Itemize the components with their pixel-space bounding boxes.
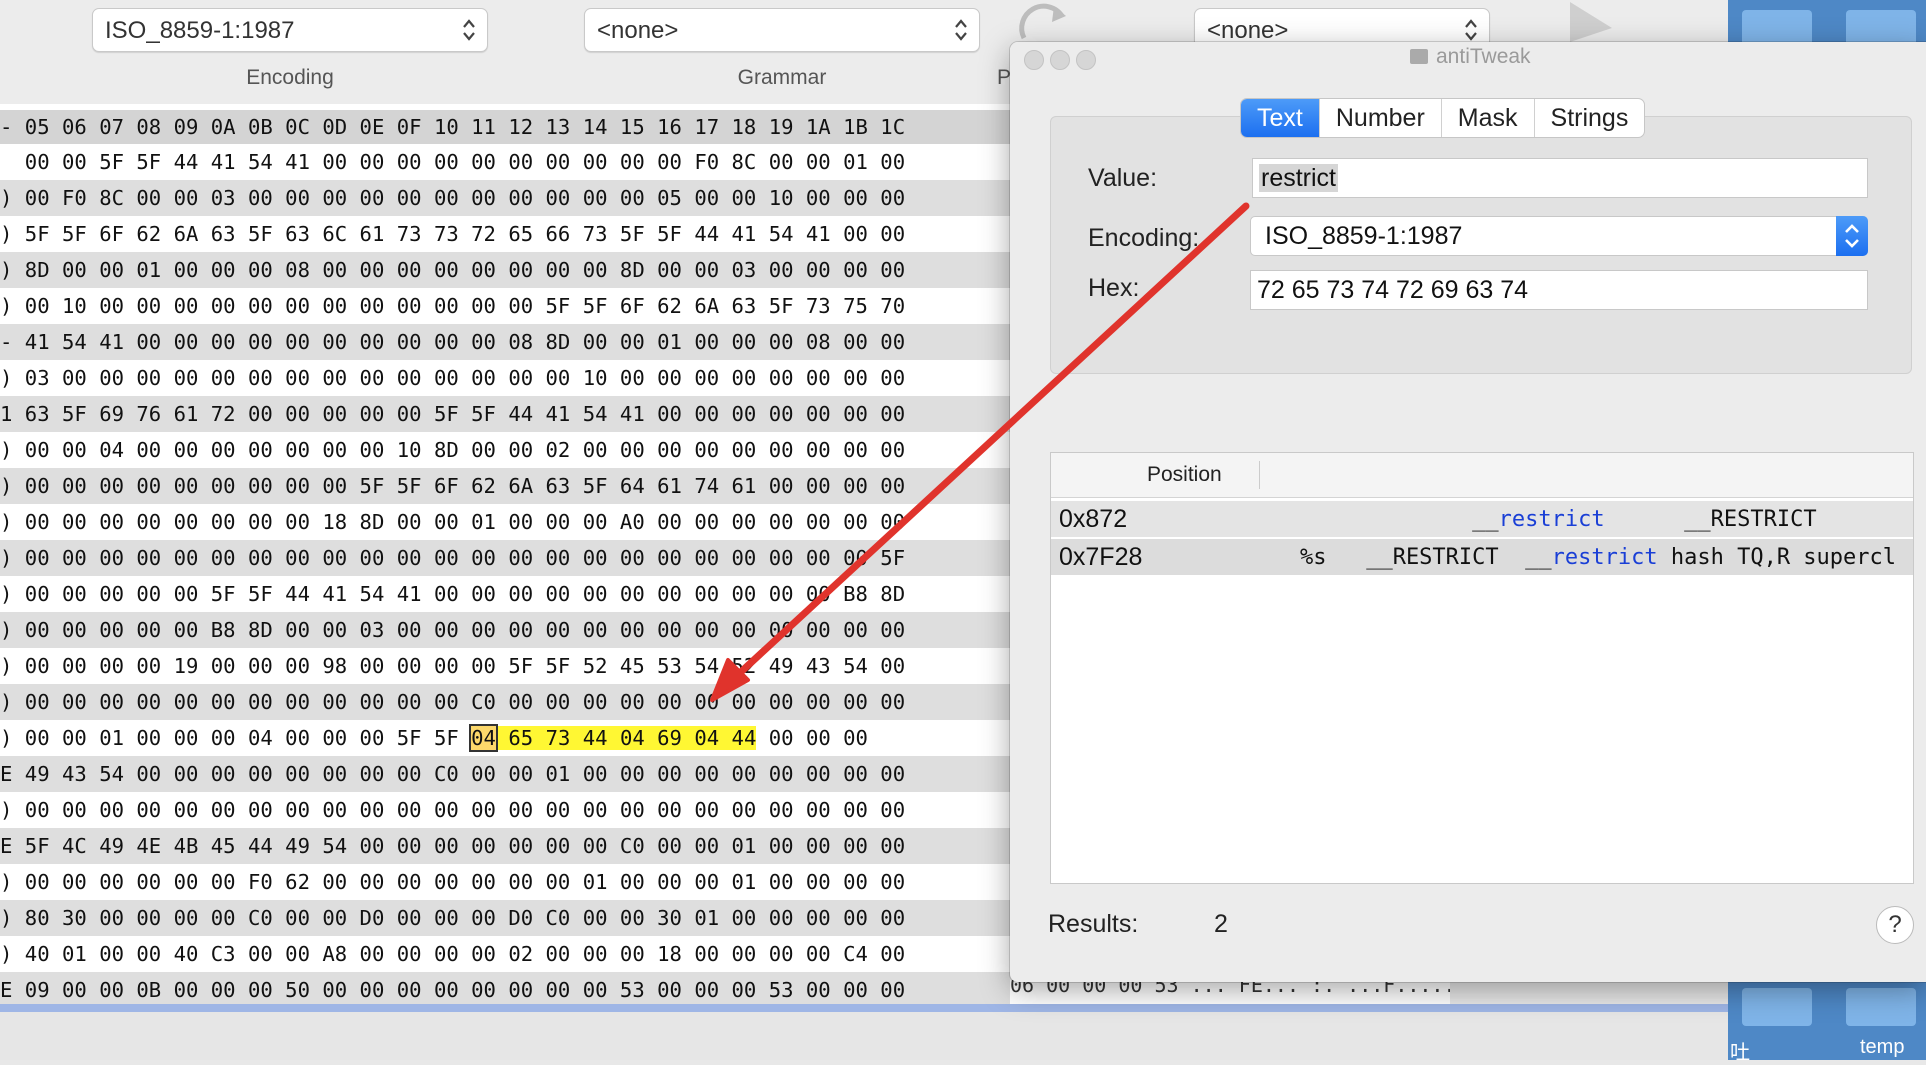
hex-row[interactable]: 1 63 5F 69 76 61 72 00 00 00 00 00 5F 5F… [0, 396, 1010, 432]
chevron-updown-icon [463, 19, 475, 41]
hex-row[interactable]: ) 03 00 00 00 00 00 00 00 00 00 00 00 00… [0, 360, 1010, 396]
context-match: restrict [1551, 545, 1658, 570]
third-popup-value: <none> [1207, 17, 1289, 44]
hex-bytes: 00 00 00 [756, 726, 868, 750]
encoding-popup-value: ISO_8859-1:1987 [105, 17, 295, 44]
close-button[interactable] [1024, 50, 1044, 70]
hex-row[interactable]: ) 40 01 00 00 40 C3 00 00 A8 00 00 00 00… [0, 936, 1010, 972]
context-before: %s __RESTRICT __ [1247, 545, 1552, 570]
folder-icon[interactable] [1846, 988, 1916, 1026]
chevron-updown-icon [1465, 19, 1477, 41]
table-header: Position [1051, 453, 1913, 498]
chevron-updown-icon [955, 19, 967, 41]
grammar-popup-value: <none> [597, 17, 679, 44]
hex-row[interactable]: ) 00 F0 8C 00 00 03 00 00 00 00 00 00 00… [0, 180, 1010, 216]
antitweak-window: antiTweak Text Number Mask Strings Value… [1010, 42, 1926, 982]
help-button[interactable]: ? [1876, 906, 1914, 944]
play-icon[interactable] [1566, 2, 1616, 42]
scroll-edge [0, 1004, 1728, 1012]
hex-row[interactable]: ) 00 00 00 00 00 B8 8D 00 00 03 00 00 00… [0, 612, 1010, 648]
tab-number[interactable]: Number [1318, 99, 1441, 137]
hex-row[interactable]: ) 00 00 00 00 19 00 00 00 98 00 00 00 00… [0, 648, 1010, 684]
hex-editor-pane[interactable]: - 05 06 07 08 09 0A 0B 0C 0D 0E 0F 10 11… [0, 104, 1010, 1004]
hex-row[interactable]: ) 00 00 00 00 00 00 00 00 18 8D 00 00 01… [0, 504, 1010, 540]
hex-row[interactable]: ) 00 10 00 00 00 00 00 00 00 00 00 00 00… [0, 288, 1010, 324]
hex-row[interactable]: ) 00 00 00 00 00 00 F0 62 00 00 00 00 00… [0, 864, 1010, 900]
result-position: 0x7F28 [1059, 543, 1143, 571]
highlighted-bytes [495, 726, 509, 750]
title-bar[interactable]: antiTweak [1010, 42, 1926, 74]
table-row[interactable]: 0x872 __restrict __RESTRICT [1051, 501, 1913, 537]
context-before: __ [1247, 507, 1499, 532]
reload-icon[interactable] [1014, 2, 1074, 42]
grammar-label: Grammar [737, 66, 827, 89]
tab-text[interactable]: Text [1241, 99, 1319, 137]
encoding-field-label: Encoding: [1088, 224, 1200, 252]
context-after: __RESTRICT [1604, 507, 1817, 532]
results-label: Results: [1048, 910, 1139, 938]
window-title: antiTweak [1410, 45, 1531, 69]
context-match: restrict [1498, 507, 1605, 532]
document-icon [1410, 49, 1428, 64]
desktop-item-label: temp [1860, 1036, 1905, 1058]
hex-row[interactable]: ) 00 00 00 00 00 00 00 00 00 00 00 00 00… [0, 792, 1010, 828]
hex-row[interactable]: ) 00 00 00 00 00 5F 5F 44 41 54 41 00 00… [0, 576, 1010, 612]
encoding-label: Encoding [246, 66, 334, 89]
folder-icon[interactable] [1742, 988, 1812, 1026]
hex-row[interactable]: E 5F 4C 49 4E 4B 45 44 49 54 00 00 00 00… [0, 828, 1010, 864]
encoding-select[interactable]: ISO_8859-1:1987 [1250, 216, 1868, 256]
zoom-button[interactable] [1076, 50, 1096, 70]
hex-row[interactable]: ) 00 00 00 00 00 00 00 00 00 00 00 00 00… [0, 540, 1010, 576]
hex-row[interactable]: E 49 43 54 00 00 00 00 00 00 00 00 C0 00… [0, 756, 1010, 792]
results-table[interactable]: Position 0x872 __restrict __RESTRICT 0x7… [1050, 452, 1914, 884]
tab-strings[interactable]: Strings [1533, 99, 1645, 137]
position-column-header[interactable]: Position [1147, 463, 1222, 487]
hex-row[interactable]: ) 5F 5F 6F 62 6A 63 5F 63 6C 61 73 73 72… [0, 216, 1010, 252]
hex-row[interactable]: ) 00 00 04 00 00 00 00 00 00 00 10 8D 00… [0, 432, 1010, 468]
context-after: hash TQ,R supercl [1657, 545, 1897, 570]
encoding-popup[interactable]: ISO_8859-1:1987 [92, 8, 488, 52]
hex-row[interactable]: ) 00 00 00 00 00 00 00 00 00 5F 5F 6F 62… [0, 468, 1010, 504]
status-bar [0, 1012, 1728, 1060]
result-position: 0x872 [1059, 505, 1128, 533]
hex-row[interactable]: - 41 54 41 00 00 00 00 00 00 00 00 00 00… [0, 324, 1010, 360]
hex-label: Hex: [1088, 274, 1140, 302]
results-count: 2 [1214, 910, 1228, 938]
desktop-item-label: 吐 [1730, 1042, 1750, 1064]
value-text: restrict [1259, 164, 1338, 192]
hex-row[interactable]: ) 80 30 00 00 00 00 C0 00 00 D0 00 00 00… [0, 900, 1010, 936]
hex-rows: 00 00 5F 5F 44 41 54 41 00 00 00 00 00 0… [0, 144, 1010, 1004]
hex-row-highlighted[interactable]: ) 00 00 01 00 00 00 04 00 00 00 5F 5F 04… [0, 720, 1010, 756]
value-label: Value: [1088, 164, 1158, 192]
chevron-updown-icon[interactable] [1836, 216, 1868, 256]
hex-row-peek: 06 00 00 00 53 ... FE... :. ...F.......S… [1010, 980, 1450, 1004]
minimize-button[interactable] [1050, 50, 1070, 70]
hex-row[interactable]: ) 00 00 00 00 00 00 00 00 00 00 00 00 C0… [0, 684, 1010, 720]
tab-mask[interactable]: Mask [1440, 99, 1534, 137]
result-context: %s __RESTRICT __restrict hash TQ,R super… [1247, 545, 1896, 570]
highlighted-bytes: 65 73 44 04 69 04 44 [508, 726, 757, 750]
hex-bytes: ) 00 00 01 00 00 00 04 00 00 00 5F 5F [0, 726, 472, 750]
grammar-popup[interactable]: <none> [584, 8, 980, 52]
hex-row[interactable]: ) 8D 00 00 01 00 00 00 08 00 00 00 00 00… [0, 252, 1010, 288]
hex-row[interactable]: E 09 00 00 0B 00 00 00 50 00 00 00 00 00… [0, 972, 1010, 1004]
column-divider [1259, 461, 1260, 489]
table-row[interactable]: 0x7F28 %s __RESTRICT __restrict hash TQ,… [1051, 539, 1913, 575]
selected-byte[interactable]: 04 [469, 724, 498, 752]
mode-tabs: Text Number Mask Strings [1240, 98, 1646, 138]
window-title-text: antiTweak [1436, 45, 1531, 68]
hex-row[interactable]: 00 00 5F 5F 44 41 54 41 00 00 00 00 00 0… [0, 144, 1010, 180]
encoding-select-value: ISO_8859-1:1987 [1265, 222, 1463, 250]
hex-field[interactable]: 72 65 73 74 72 69 63 74 [1250, 270, 1868, 310]
result-context: __restrict __RESTRICT [1247, 507, 1817, 532]
value-field[interactable]: restrict [1252, 158, 1868, 198]
